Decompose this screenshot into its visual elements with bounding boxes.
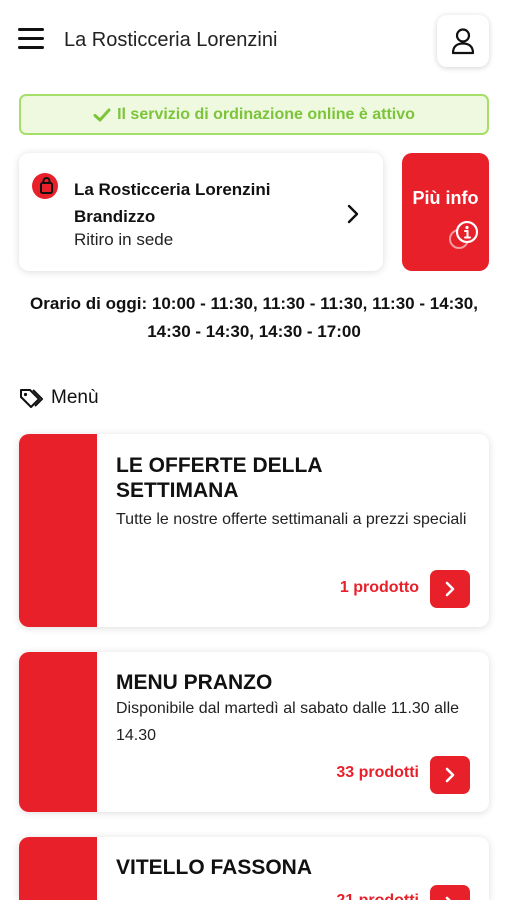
category-title: MENU PRANZO [116, 671, 273, 694]
category-card[interactable]: VITELLO FASSONA 21 prodotti [19, 837, 489, 900]
category-card[interactable]: MENU PRANZO Disponibile dal martedì al s… [19, 652, 489, 812]
category-image [19, 434, 97, 627]
category-image [19, 837, 97, 900]
chevron-right-icon [445, 767, 455, 783]
menu-section-label: Menù [51, 387, 99, 408]
checkmark-icon [93, 108, 111, 121]
hamburger-menu-icon[interactable] [18, 28, 44, 52]
more-info-button[interactable]: Più info [402, 153, 489, 271]
category-image [19, 652, 97, 812]
menu-section-header: Menù [19, 387, 99, 409]
user-account-button[interactable] [437, 15, 489, 67]
tag-icon [20, 389, 43, 408]
open-category-button[interactable] [430, 885, 470, 900]
opening-hours: Orario di oggi: 10:00 - 11:30, 11:30 - 1… [30, 294, 478, 341]
category-description: Tutte le nostre offerte settimanali a pr… [116, 511, 467, 528]
store-selector-card[interactable]: La Rosticceria Lorenzini Brandizzo Ritir… [19, 153, 383, 271]
chevron-right-icon [445, 581, 455, 597]
category-product-count: 1 prodotto [339, 579, 419, 596]
shopping-bag-icon [32, 173, 58, 199]
open-category-button[interactable] [430, 570, 470, 608]
more-info-label: Più info [412, 188, 479, 208]
category-card[interactable]: LE OFFERTE DELLA SETTIMANA Tutte le nost… [19, 434, 489, 627]
user-icon [451, 28, 475, 55]
app-header: La Rosticceria Lorenzini [0, 0, 507, 82]
store-name: La Rosticceria Lorenzini Brandizzo [74, 180, 271, 226]
fulfillment-mode: Ritiro in sede [74, 230, 174, 249]
chevron-right-icon [445, 896, 451, 900]
category-title: LE OFFERTE DELLA SETTIMANA [116, 454, 322, 502]
online-ordering-status-banner: Il servizio di ordinazione online è atti… [19, 94, 489, 135]
status-text: Il servizio di ordinazione online è atti… [117, 105, 415, 123]
category-product-count: 33 prodotti [336, 764, 419, 781]
app-title: La Rosticceria Lorenzini [64, 29, 278, 51]
category-title: VITELLO FASSONA [116, 856, 313, 879]
info-icon [449, 220, 479, 249]
category-description: Disponibile dal martedì al sabato dalle … [116, 700, 460, 744]
category-product-count: 21 prodotti [336, 892, 419, 900]
open-category-button[interactable] [430, 756, 470, 794]
chevron-right-icon [347, 204, 359, 224]
